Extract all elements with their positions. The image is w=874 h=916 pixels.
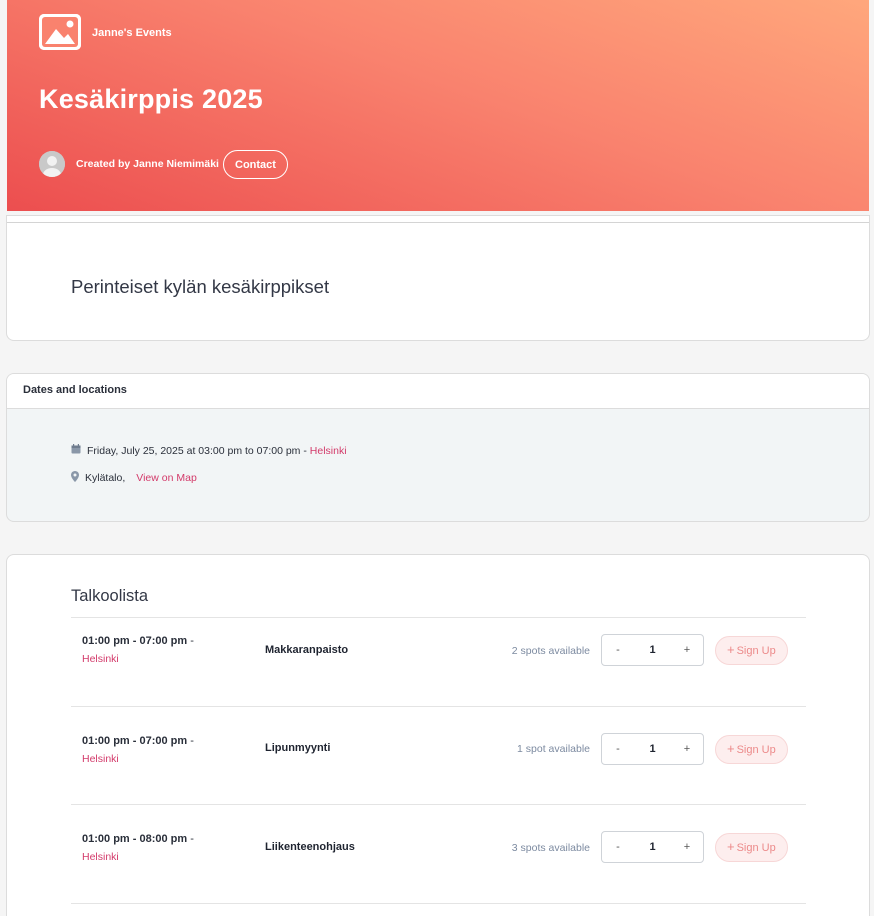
quantity-stepper: - 1 + xyxy=(601,831,704,863)
venue-name: Kylätalo, xyxy=(85,472,126,484)
divider xyxy=(71,903,806,904)
organization-name: Janne's Events xyxy=(92,27,172,39)
calendar-icon xyxy=(71,444,81,457)
increment-button[interactable]: + xyxy=(671,644,703,656)
increment-button[interactable]: + xyxy=(671,743,703,755)
map-pin-icon xyxy=(71,471,79,485)
slot-row: 01:00 pm - 08:00 pm - Helsinki Liikentee… xyxy=(71,804,806,902)
decrement-button[interactable]: - xyxy=(602,644,634,656)
creator-label: Created by Janne Niemimäki xyxy=(76,158,219,170)
dates-heading: Dates and locations xyxy=(7,374,869,409)
quantity-stepper: - 1 + xyxy=(601,733,704,765)
slot-time: 01:00 pm - 07:00 pm - xyxy=(82,635,194,647)
slots-heading: Talkoolista xyxy=(71,587,149,605)
plus-icon: + xyxy=(727,839,735,854)
description-card: Perinteiset kylän kesäkirppikset xyxy=(6,215,870,341)
slot-row: 01:00 pm - 07:00 pm - Helsinki Lipunmyyn… xyxy=(71,706,806,804)
contact-button[interactable]: Contact xyxy=(223,150,288,179)
decrement-button[interactable]: - xyxy=(602,841,634,853)
date-row: Friday, July 25, 2025 at 03:00 pm to 07:… xyxy=(71,444,347,457)
location-row: Kylätalo, View on Map xyxy=(71,471,197,485)
plus-icon: + xyxy=(727,642,735,657)
slot-location-link[interactable]: Helsinki xyxy=(82,753,119,765)
slot-spots-available: 1 spot available xyxy=(517,743,590,755)
volunteer-slots-card: Talkoolista 01:00 pm - 07:00 pm - Helsin… xyxy=(6,554,870,916)
avatar xyxy=(39,151,65,177)
sign-up-button[interactable]: + Sign Up xyxy=(715,636,788,665)
dates-card: Dates and locations Friday, July 25, 202… xyxy=(6,373,870,522)
slot-location-link[interactable]: Helsinki xyxy=(82,851,119,863)
page-title: Kesäkirppis 2025 xyxy=(39,84,263,114)
slot-name: Liikenteenohjaus xyxy=(265,841,355,853)
quantity-value[interactable]: 1 xyxy=(634,841,671,853)
quantity-value[interactable]: 1 xyxy=(634,743,671,755)
image-placeholder-icon xyxy=(39,14,81,50)
plus-icon: + xyxy=(727,741,735,756)
quantity-stepper: - 1 + xyxy=(601,634,704,666)
slot-spots-available: 2 spots available xyxy=(511,645,590,657)
date-text: Friday, July 25, 2025 at 03:00 pm to 07:… xyxy=(87,444,307,457)
slot-time: 01:00 pm - 08:00 pm - xyxy=(82,833,194,845)
slot-name: Lipunmyynti xyxy=(265,742,331,754)
quantity-value[interactable]: 1 xyxy=(634,644,671,656)
slot-time: 01:00 pm - 07:00 pm - xyxy=(82,735,194,747)
decrement-button[interactable]: - xyxy=(602,743,634,755)
slot-name: Makkaranpaisto xyxy=(265,644,349,656)
slot-spots-available: 3 spots available xyxy=(511,842,590,854)
slot-row: 01:00 pm - 07:00 pm - Helsinki Makkaranp… xyxy=(71,617,806,715)
sign-up-button[interactable]: + Sign Up xyxy=(715,833,788,862)
increment-button[interactable]: + xyxy=(671,841,703,853)
event-header: Janne's Events Kesäkirppis 2025 Created … xyxy=(7,0,869,211)
divider xyxy=(7,222,869,223)
event-description: Perinteiset kylän kesäkirppikset xyxy=(71,276,330,297)
slot-location-link[interactable]: Helsinki xyxy=(82,653,119,665)
date-location-link[interactable]: Helsinki xyxy=(310,445,347,457)
sign-up-button[interactable]: + Sign Up xyxy=(715,735,788,764)
view-on-map-link[interactable]: View on Map xyxy=(136,472,197,484)
